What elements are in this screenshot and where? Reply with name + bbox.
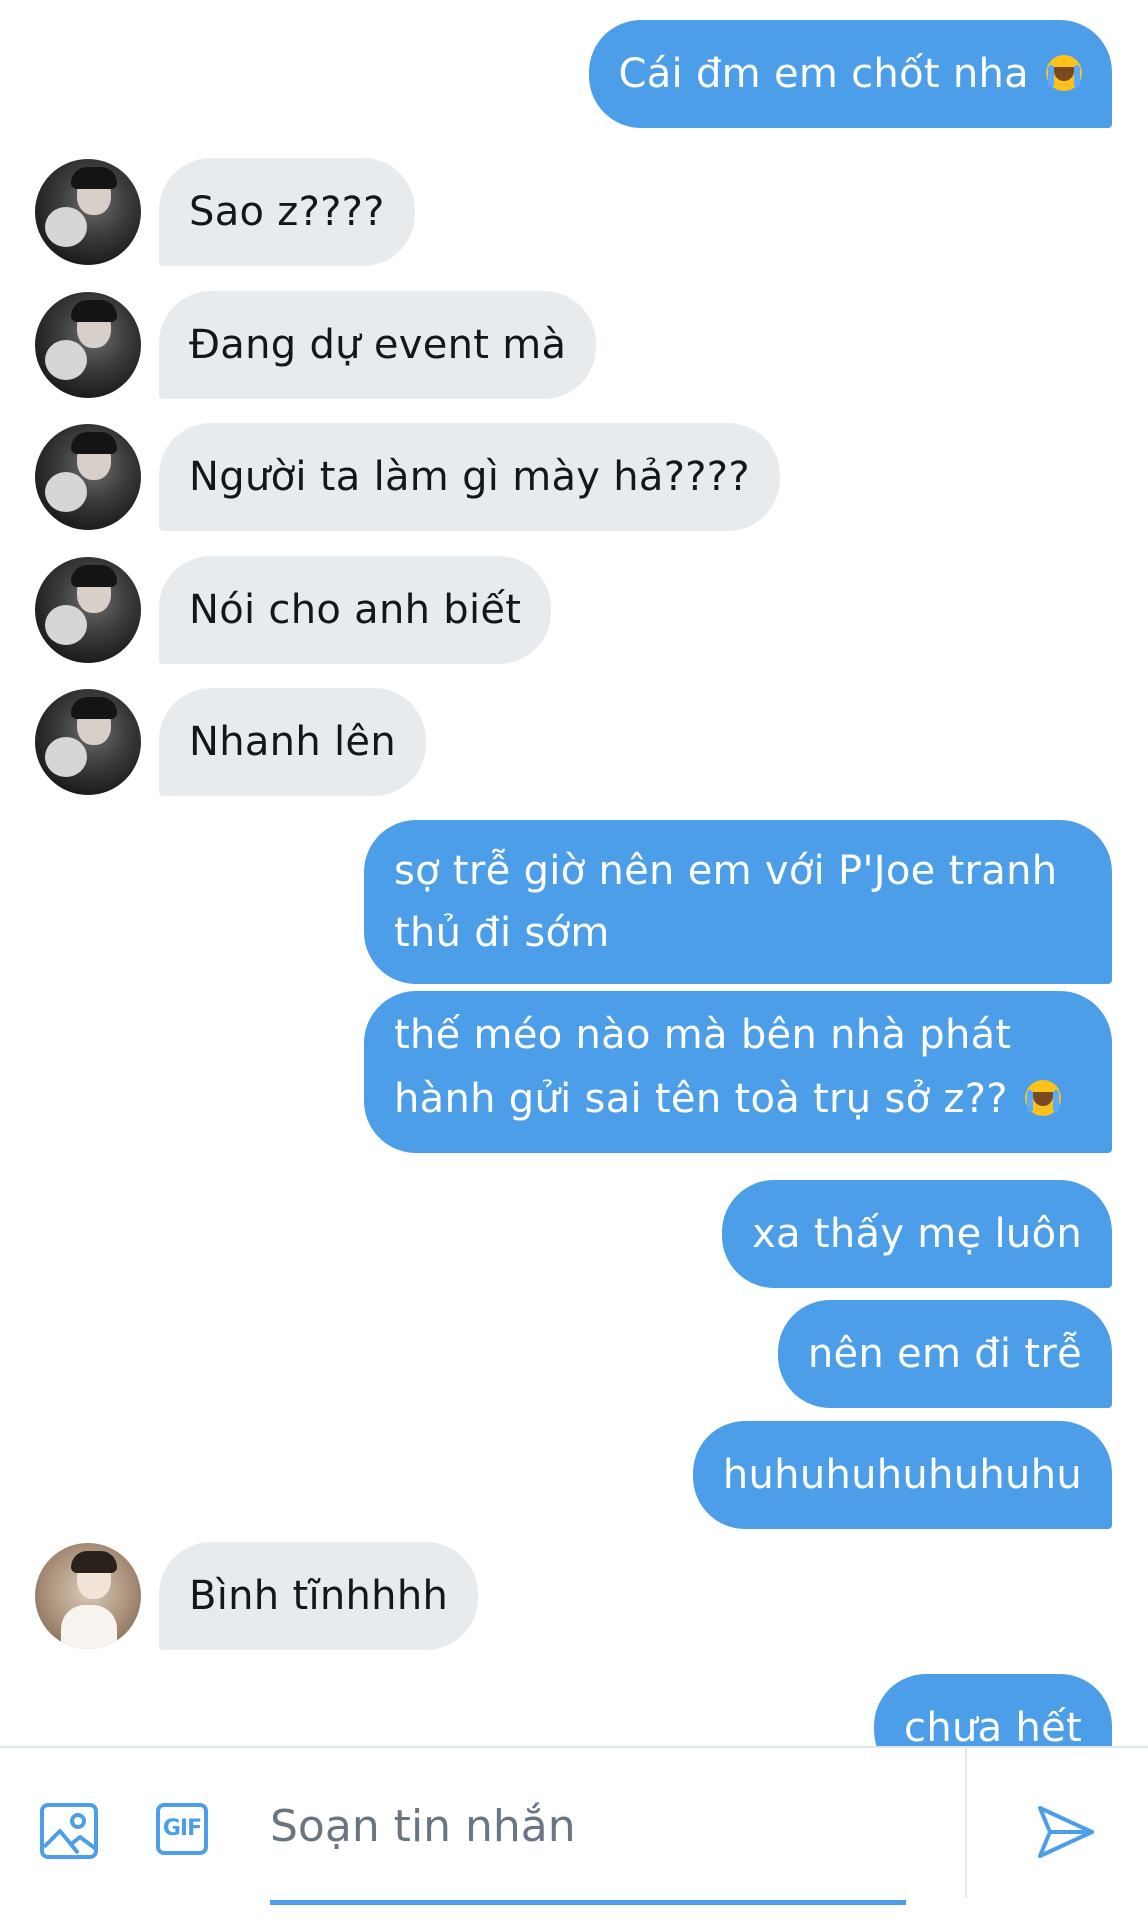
message-text: Đang dự event mà (189, 322, 567, 368)
outgoing-bubble[interactable]: thế méo nào mà bên nhà phát hành gửi sai… (364, 991, 1112, 1153)
add-gif-button[interactable]: GIF (156, 1801, 216, 1861)
incoming-bubble[interactable]: Đang dự event mà (159, 291, 597, 399)
message-text: Người ta làm gì mày hả???? (189, 454, 750, 500)
message-text: Nói cho anh biết (189, 587, 522, 633)
image-icon (40, 1803, 98, 1859)
incoming-bubble[interactable]: Nhanh lên (159, 688, 426, 796)
outgoing-bubble[interactable]: Cái đm em chốt nha (588, 20, 1112, 128)
add-photo-button[interactable] (40, 1801, 100, 1861)
message-text: Bình tĩnhhhh (189, 1573, 449, 1619)
avatar[interactable] (35, 689, 141, 795)
message-text: Sao z???? (189, 189, 385, 235)
avatar[interactable] (35, 159, 141, 265)
incoming-bubble[interactable]: Bình tĩnhhhh (159, 1542, 479, 1650)
message-text: Cái đm em chốt nha (618, 51, 1029, 97)
message-input[interactable] (270, 1790, 910, 1862)
message-composer: GIF (0, 1746, 1148, 1920)
message-text: Nhanh lên (189, 719, 396, 765)
incoming-bubble[interactable]: Sao z???? (159, 158, 415, 266)
message-text: chưa hết (904, 1705, 1082, 1746)
outgoing-bubble[interactable]: chưa hết (874, 1674, 1112, 1746)
message-text: sợ trễ giờ nên em với P'Joe tranh thủ đi… (394, 848, 1071, 956)
outgoing-bubble[interactable]: huhuhuhuhuhuhu (692, 1421, 1112, 1529)
incoming-bubble[interactable]: Nói cho anh biết (159, 556, 552, 664)
avatar[interactable] (35, 1543, 141, 1649)
composer-separator (965, 1748, 967, 1898)
incoming-bubble[interactable]: Người ta làm gì mày hả???? (159, 423, 780, 531)
message-text: huhuhuhuhuhuhu (722, 1452, 1082, 1498)
message-text: nên em đi trễ (807, 1331, 1082, 1377)
send-button[interactable] (1036, 1802, 1096, 1862)
avatar[interactable] (35, 424, 141, 530)
input-underline (270, 1900, 906, 1905)
outgoing-bubble[interactable]: xa thấy mẹ luôn (722, 1180, 1112, 1288)
outgoing-bubble[interactable]: sợ trễ giờ nên em với P'Joe tranh thủ đi… (364, 820, 1112, 984)
avatar[interactable] (35, 292, 141, 398)
crying-face-icon (1024, 1080, 1061, 1116)
outgoing-bubble[interactable]: nên em đi trễ (777, 1300, 1112, 1408)
crying-face-icon (1046, 55, 1082, 91)
message-text: thế méo nào mà bên nhà phát hành gửi sai… (394, 1012, 1025, 1122)
message-thread[interactable]: Cái đm em chốt nha Sao z???? Đang dự eve… (0, 0, 1148, 1746)
avatar[interactable] (35, 557, 141, 663)
composer-divider (0, 1746, 1148, 1748)
gif-icon: GIF (156, 1803, 208, 1855)
message-text: xa thấy mẹ luôn (752, 1211, 1082, 1257)
send-icon (1038, 1806, 1094, 1858)
